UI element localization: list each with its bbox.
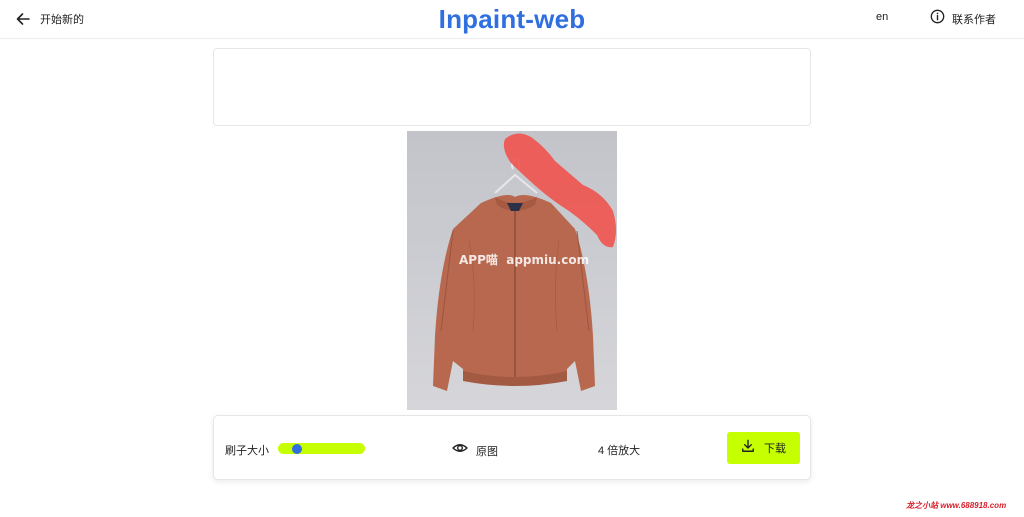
- app-title: Inpaint-web: [438, 4, 586, 34]
- top-panel: [213, 48, 811, 126]
- contact-author-button[interactable]: 联系作者: [930, 9, 996, 29]
- editor-toolbar: 刷子大小 原图 4 倍放大 下载: [213, 415, 811, 480]
- info-icon: [930, 9, 945, 29]
- show-original-button[interactable]: 原图: [452, 440, 498, 461]
- image-watermark: APP喵 appmiu.com: [459, 253, 590, 267]
- language-toggle[interactable]: en: [876, 11, 888, 23]
- download-button[interactable]: 下载: [727, 432, 800, 464]
- arrow-left-icon: [14, 10, 32, 28]
- contact-author-label: 联系作者: [952, 14, 996, 26]
- start-new-label: 开始新的: [40, 14, 84, 26]
- upscale-4x-button[interactable]: 4 倍放大: [598, 442, 640, 458]
- app-header: 开始新的 Inpaint-web en 联系作者: [0, 0, 1024, 39]
- download-icon: [741, 439, 755, 458]
- site-watermark: 龙之小站 www.688918.com: [906, 501, 1007, 510]
- eye-icon: [452, 440, 468, 461]
- editor-canvas[interactable]: APP喵 appmiu.com: [407, 131, 617, 410]
- start-new-button[interactable]: 开始新的: [14, 8, 84, 30]
- brush-size-slider-thumb[interactable]: [291, 443, 302, 454]
- jacket-image: [407, 131, 617, 410]
- download-label: 下载: [764, 443, 786, 455]
- show-original-label: 原图: [476, 445, 498, 458]
- brush-size-label: 刷子大小: [225, 445, 269, 457]
- brush-size-slider[interactable]: [278, 443, 365, 454]
